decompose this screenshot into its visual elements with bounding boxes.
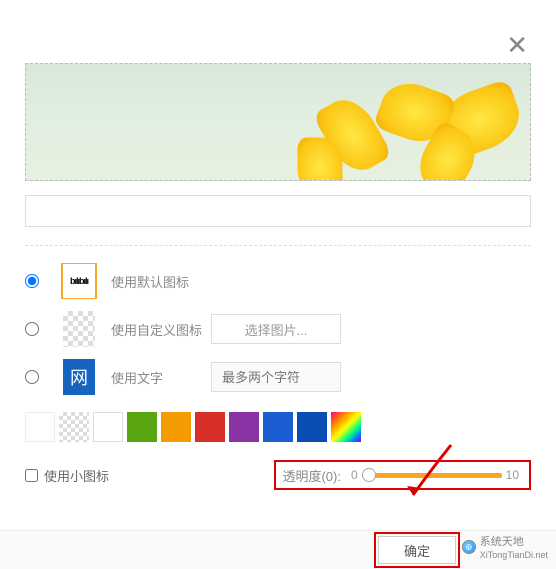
label-custom: 使用自定义图标 xyxy=(111,320,211,339)
bilibili-icon: bılıbılı xyxy=(63,264,95,298)
swatch-darkblue[interactable] xyxy=(297,412,327,442)
option-default-icon: bılıbılı 使用默认图标 xyxy=(25,260,531,302)
text-icon-preview[interactable]: 网 xyxy=(61,359,97,395)
opacity-max: 10 xyxy=(506,468,519,482)
watermark-icon: ⊕ xyxy=(462,540,476,554)
radio-custom[interactable] xyxy=(25,322,39,336)
custom-icon-preview[interactable] xyxy=(61,311,97,347)
swatch-rainbow[interactable] xyxy=(331,412,361,442)
name-input[interactable] xyxy=(25,195,531,227)
option-custom-icon: 使用自定义图标 选择图片... xyxy=(25,308,531,350)
opacity-min: 0 xyxy=(351,468,358,482)
swatch-red[interactable] xyxy=(195,412,225,442)
transparent-icon xyxy=(63,311,95,347)
default-icon-preview[interactable]: bılıbılı xyxy=(61,263,97,299)
opacity-label: 透明度(0): xyxy=(282,466,341,485)
color-swatches xyxy=(25,412,531,442)
divider xyxy=(25,245,531,246)
choose-image-button[interactable]: 选择图片... xyxy=(211,314,341,344)
swatch-blue[interactable] xyxy=(263,412,293,442)
watermark-url: XiTongTianDi.net xyxy=(480,550,548,560)
small-icon-checkbox[interactable] xyxy=(25,469,38,482)
text-icon: 网 xyxy=(63,359,95,395)
radio-default[interactable] xyxy=(25,274,39,288)
title-area xyxy=(25,20,225,48)
close-button[interactable]: ✕ xyxy=(506,30,528,61)
bottom-row: 使用小图标 透明度(0): 0 10 xyxy=(25,460,531,490)
swatch-clear[interactable] xyxy=(25,412,55,442)
label-text: 使用文字 xyxy=(111,368,211,387)
swatch-purple[interactable] xyxy=(229,412,259,442)
ok-button[interactable]: 确定 xyxy=(378,536,456,564)
option-text-icon: 网 使用文字 xyxy=(25,356,531,398)
text-icon-input[interactable] xyxy=(211,362,341,392)
small-icon-label: 使用小图标 xyxy=(44,466,109,485)
swatch-transparent[interactable] xyxy=(59,412,89,442)
swatch-green[interactable] xyxy=(127,412,157,442)
opacity-slider[interactable] xyxy=(362,473,502,478)
watermark: ⊕ 系统天地 XiTongTianDi.net xyxy=(462,533,548,561)
dialog-panel: ✕ bılıbılı 使用默认图标 使用自定义图标 选择图片... 网 使用文字 xyxy=(0,0,556,530)
small-icon-option[interactable]: 使用小图标 xyxy=(25,466,109,485)
watermark-text: 系统天地 xyxy=(480,536,524,548)
banner-preview[interactable] xyxy=(25,63,531,181)
swatch-white[interactable] xyxy=(93,412,123,442)
label-default: 使用默认图标 xyxy=(111,272,211,291)
sunflower-image xyxy=(290,63,530,181)
radio-text[interactable] xyxy=(25,370,39,384)
opacity-control: 透明度(0): 0 10 xyxy=(274,460,531,490)
swatch-orange[interactable] xyxy=(161,412,191,442)
